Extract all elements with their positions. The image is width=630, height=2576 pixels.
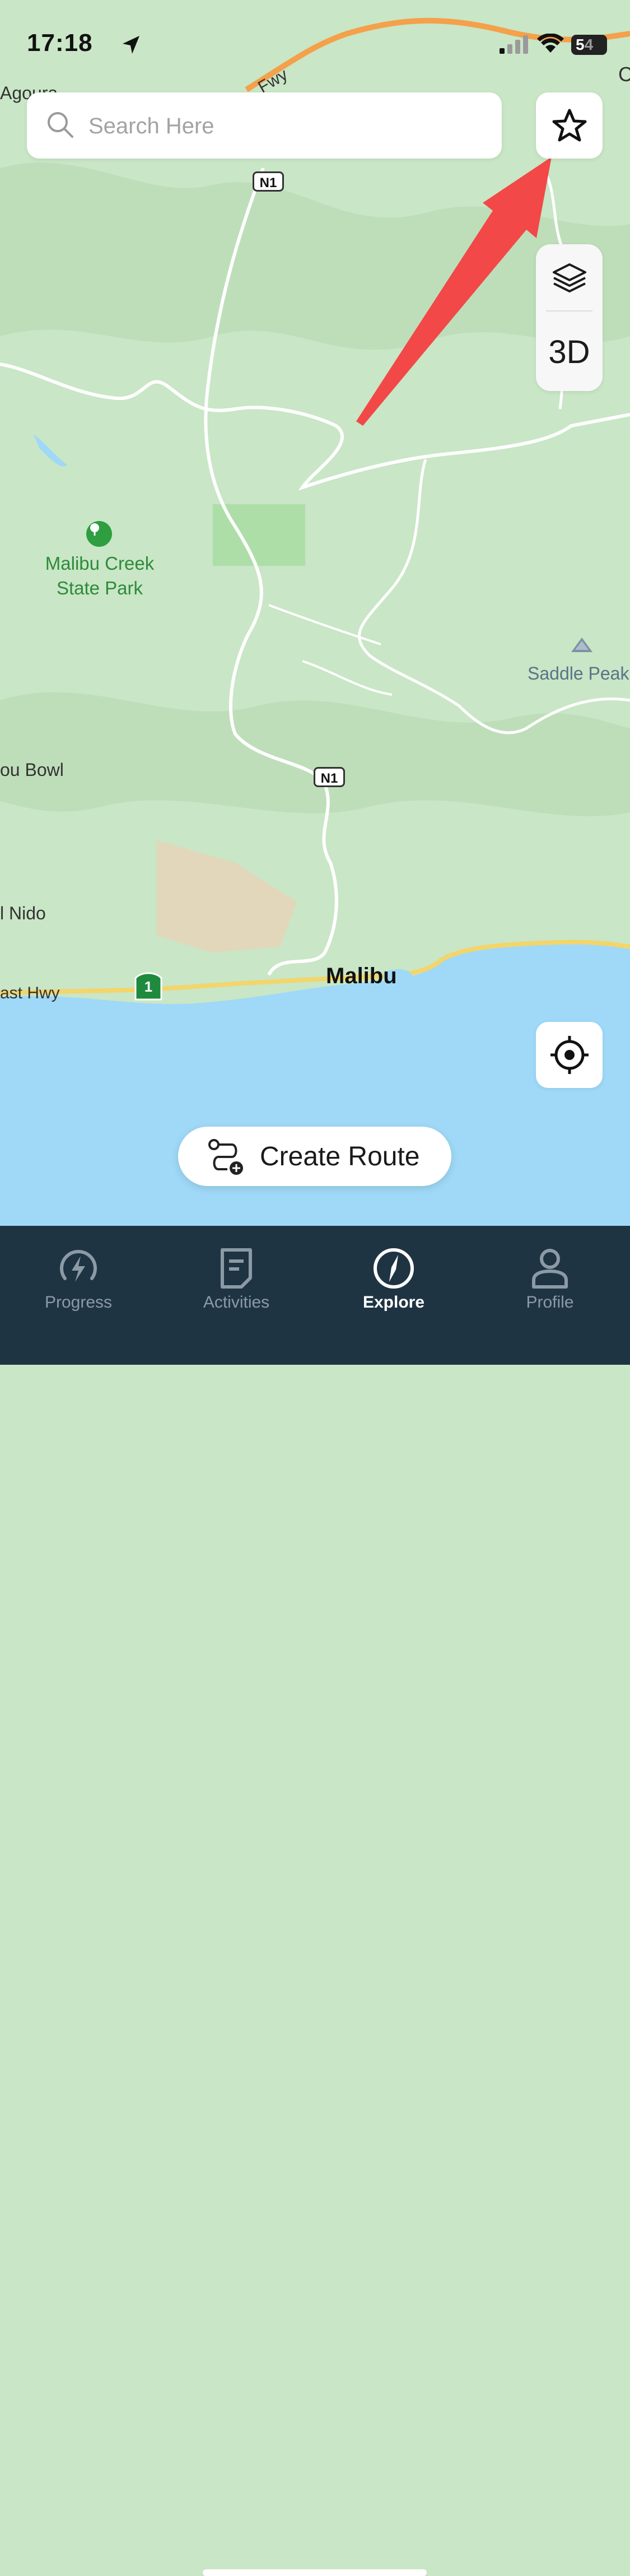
map-label-coast-hwy: ast Hwy [0, 984, 60, 1002]
map-label-malibu: Malibu [326, 964, 397, 988]
3d-toggle-button[interactable]: 3D [536, 313, 603, 391]
signal-icon [500, 35, 528, 54]
map-label-saddle-peak: Saddle Peak [528, 663, 629, 683]
wifi-icon [537, 34, 564, 53]
status-time: 17:18 [27, 29, 93, 57]
home-indicator [203, 2569, 427, 2576]
tab-activities-label: Activities [203, 1293, 270, 1312]
route-1-shield: 1 [132, 970, 165, 1004]
tab-progress[interactable]: Progress [22, 1234, 134, 1312]
map-controls-panel: 3D [536, 244, 603, 391]
tab-explore-label: Explore [362, 1293, 425, 1312]
create-route-label: Create Route [260, 1142, 420, 1171]
star-icon [552, 109, 586, 142]
tab-bar: Progress Activities Explore Profile [0, 1226, 630, 2576]
tab-profile[interactable]: Profile [494, 1234, 606, 1312]
layers-icon [552, 263, 586, 292]
layers-button[interactable] [536, 244, 603, 311]
tab-explore[interactable]: Explore [338, 1234, 450, 1312]
my-location-button[interactable] [536, 1022, 603, 1088]
map-label-bou-bowl: ou Bowl [0, 760, 64, 780]
controls-divider [546, 310, 592, 311]
map-label-malibu-creek: Malibu Creek [45, 553, 155, 574]
tab-activities[interactable]: Activities [180, 1234, 292, 1312]
location-arrow-icon [123, 36, 139, 54]
route-n1-shield-mid: N1 [314, 767, 345, 787]
route-n1-shield-top: N1 [253, 171, 284, 192]
compass-icon [371, 1246, 416, 1291]
create-route-button[interactable]: Create Route [178, 1127, 451, 1186]
battery-icon: 54 [571, 35, 607, 55]
map-label-el-nido: l Nido [0, 903, 46, 923]
bolt-icon [56, 1246, 101, 1291]
route-plus-icon [208, 1139, 243, 1175]
battery-level-digit: 5 [576, 36, 585, 53]
battery-level-rest: 4 [584, 36, 594, 53]
park-icon [86, 521, 112, 547]
map-label-state-park: State Park [56, 578, 143, 598]
person-icon [528, 1246, 572, 1291]
tab-profile-label: Profile [526, 1293, 574, 1312]
crosshair-icon [550, 1036, 589, 1074]
search-input[interactable] [87, 106, 482, 146]
document-icon [214, 1246, 259, 1291]
route-1-label: 1 [144, 978, 153, 995]
status-bar: 17:18 54 [0, 0, 630, 84]
search-bar[interactable] [27, 92, 502, 159]
tab-progress-label: Progress [44, 1293, 113, 1312]
favorites-button[interactable] [536, 92, 603, 159]
search-icon [48, 112, 73, 138]
